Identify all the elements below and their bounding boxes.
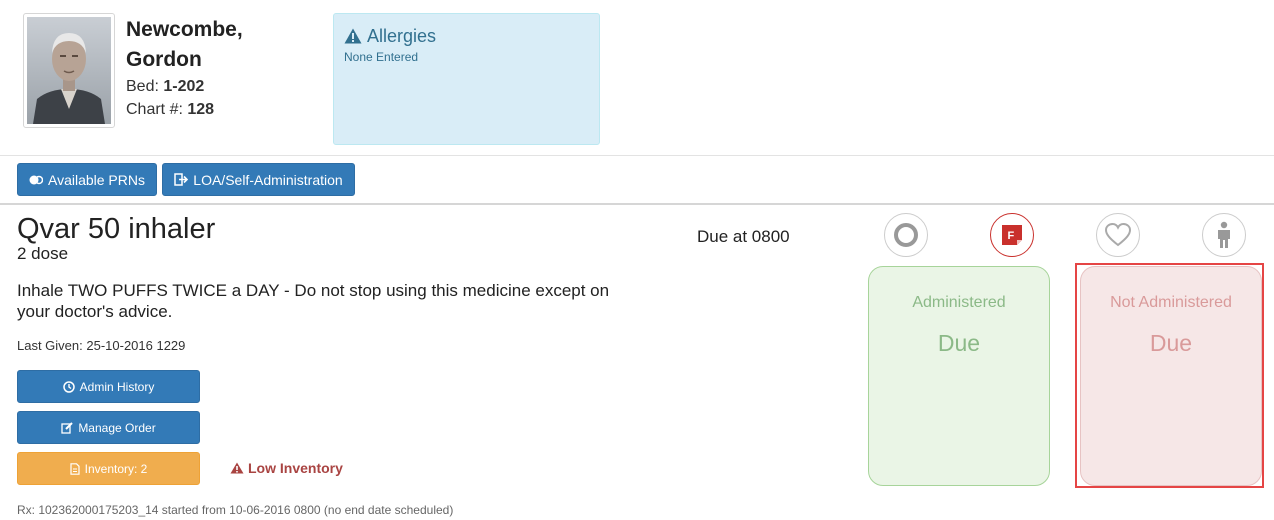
allergies-subtitle: None Entered bbox=[344, 50, 419, 64]
status-person-button[interactable] bbox=[1202, 213, 1246, 257]
patient-avatar-image bbox=[27, 17, 111, 124]
available-prns-label: Available PRNs bbox=[47, 171, 145, 188]
low-inventory-label: Low Inventory bbox=[248, 460, 343, 476]
patient-chart: Chart #: 128 bbox=[126, 98, 286, 121]
last-given: Last Given: 25-10-2016 1229 bbox=[17, 338, 186, 353]
manage-order-label: Manage Order bbox=[78, 420, 156, 435]
bed-label: Bed: bbox=[126, 78, 159, 95]
chart-value: 128 bbox=[187, 101, 215, 118]
allergies-panel: Allergies None Entered bbox=[333, 13, 600, 145]
edit-icon bbox=[61, 421, 74, 434]
bed-value: 1-202 bbox=[163, 78, 205, 95]
administered-title: Administered bbox=[912, 294, 1006, 311]
flag-f-icon: F bbox=[1002, 225, 1022, 245]
inventory-button[interactable]: Inventory: 2 bbox=[17, 452, 200, 485]
status-circle-button[interactable] bbox=[884, 213, 928, 257]
medication-dose: 2 dose bbox=[17, 244, 69, 263]
status-heart-button[interactable] bbox=[1096, 213, 1140, 257]
chart-label: Chart #: bbox=[126, 101, 183, 118]
section-divider bbox=[0, 203, 1274, 205]
sign-out-icon bbox=[174, 173, 189, 186]
administered-card[interactable]: Administered Due bbox=[868, 266, 1050, 486]
person-icon bbox=[1218, 221, 1230, 248]
patient-info: Newcombe, Gordon Bed: 1-202 Chart #: 128 bbox=[126, 15, 286, 121]
clock-icon bbox=[62, 380, 75, 393]
allergies-title-row: Allergies bbox=[344, 24, 589, 48]
medication-name: Qvar 50 inhaler bbox=[17, 213, 216, 245]
status-flag-button[interactable]: F bbox=[990, 213, 1034, 257]
circle-icon bbox=[894, 223, 918, 247]
loa-self-admin-button[interactable]: LOA/Self-Administration bbox=[162, 163, 355, 196]
svg-text:F: F bbox=[1008, 230, 1015, 242]
pill-icon bbox=[29, 175, 43, 184]
divider bbox=[0, 155, 1274, 156]
medication-instructions: Inhale TWO PUFFS TWICE a DAY - Do not st… bbox=[17, 281, 610, 321]
administered-status: Due bbox=[937, 330, 981, 356]
rx-info: Rx: 102362000175203_14 started from 10-0… bbox=[17, 503, 454, 517]
document-icon bbox=[70, 462, 80, 475]
patient-name: Newcombe, Gordon bbox=[126, 18, 243, 71]
allergies-title: Allergies bbox=[367, 26, 437, 46]
warning-icon bbox=[230, 462, 244, 474]
admin-history-button[interactable]: Admin History bbox=[17, 370, 200, 403]
patient-photo bbox=[23, 13, 115, 128]
patient-bed: Bed: 1-202 bbox=[126, 75, 286, 98]
low-inventory-warning: Low Inventory bbox=[230, 460, 343, 476]
admin-history-label: Admin History bbox=[79, 379, 155, 394]
inventory-label: Inventory: 2 bbox=[84, 461, 148, 476]
loa-self-admin-label: LOA/Self-Administration bbox=[193, 171, 343, 188]
due-time: Due at 0800 bbox=[697, 227, 790, 246]
manage-order-button[interactable]: Manage Order bbox=[17, 411, 200, 444]
available-prns-button[interactable]: Available PRNs bbox=[17, 163, 157, 196]
warning-icon bbox=[344, 28, 362, 44]
selection-highlight bbox=[1075, 263, 1264, 488]
heart-icon bbox=[1104, 222, 1132, 247]
